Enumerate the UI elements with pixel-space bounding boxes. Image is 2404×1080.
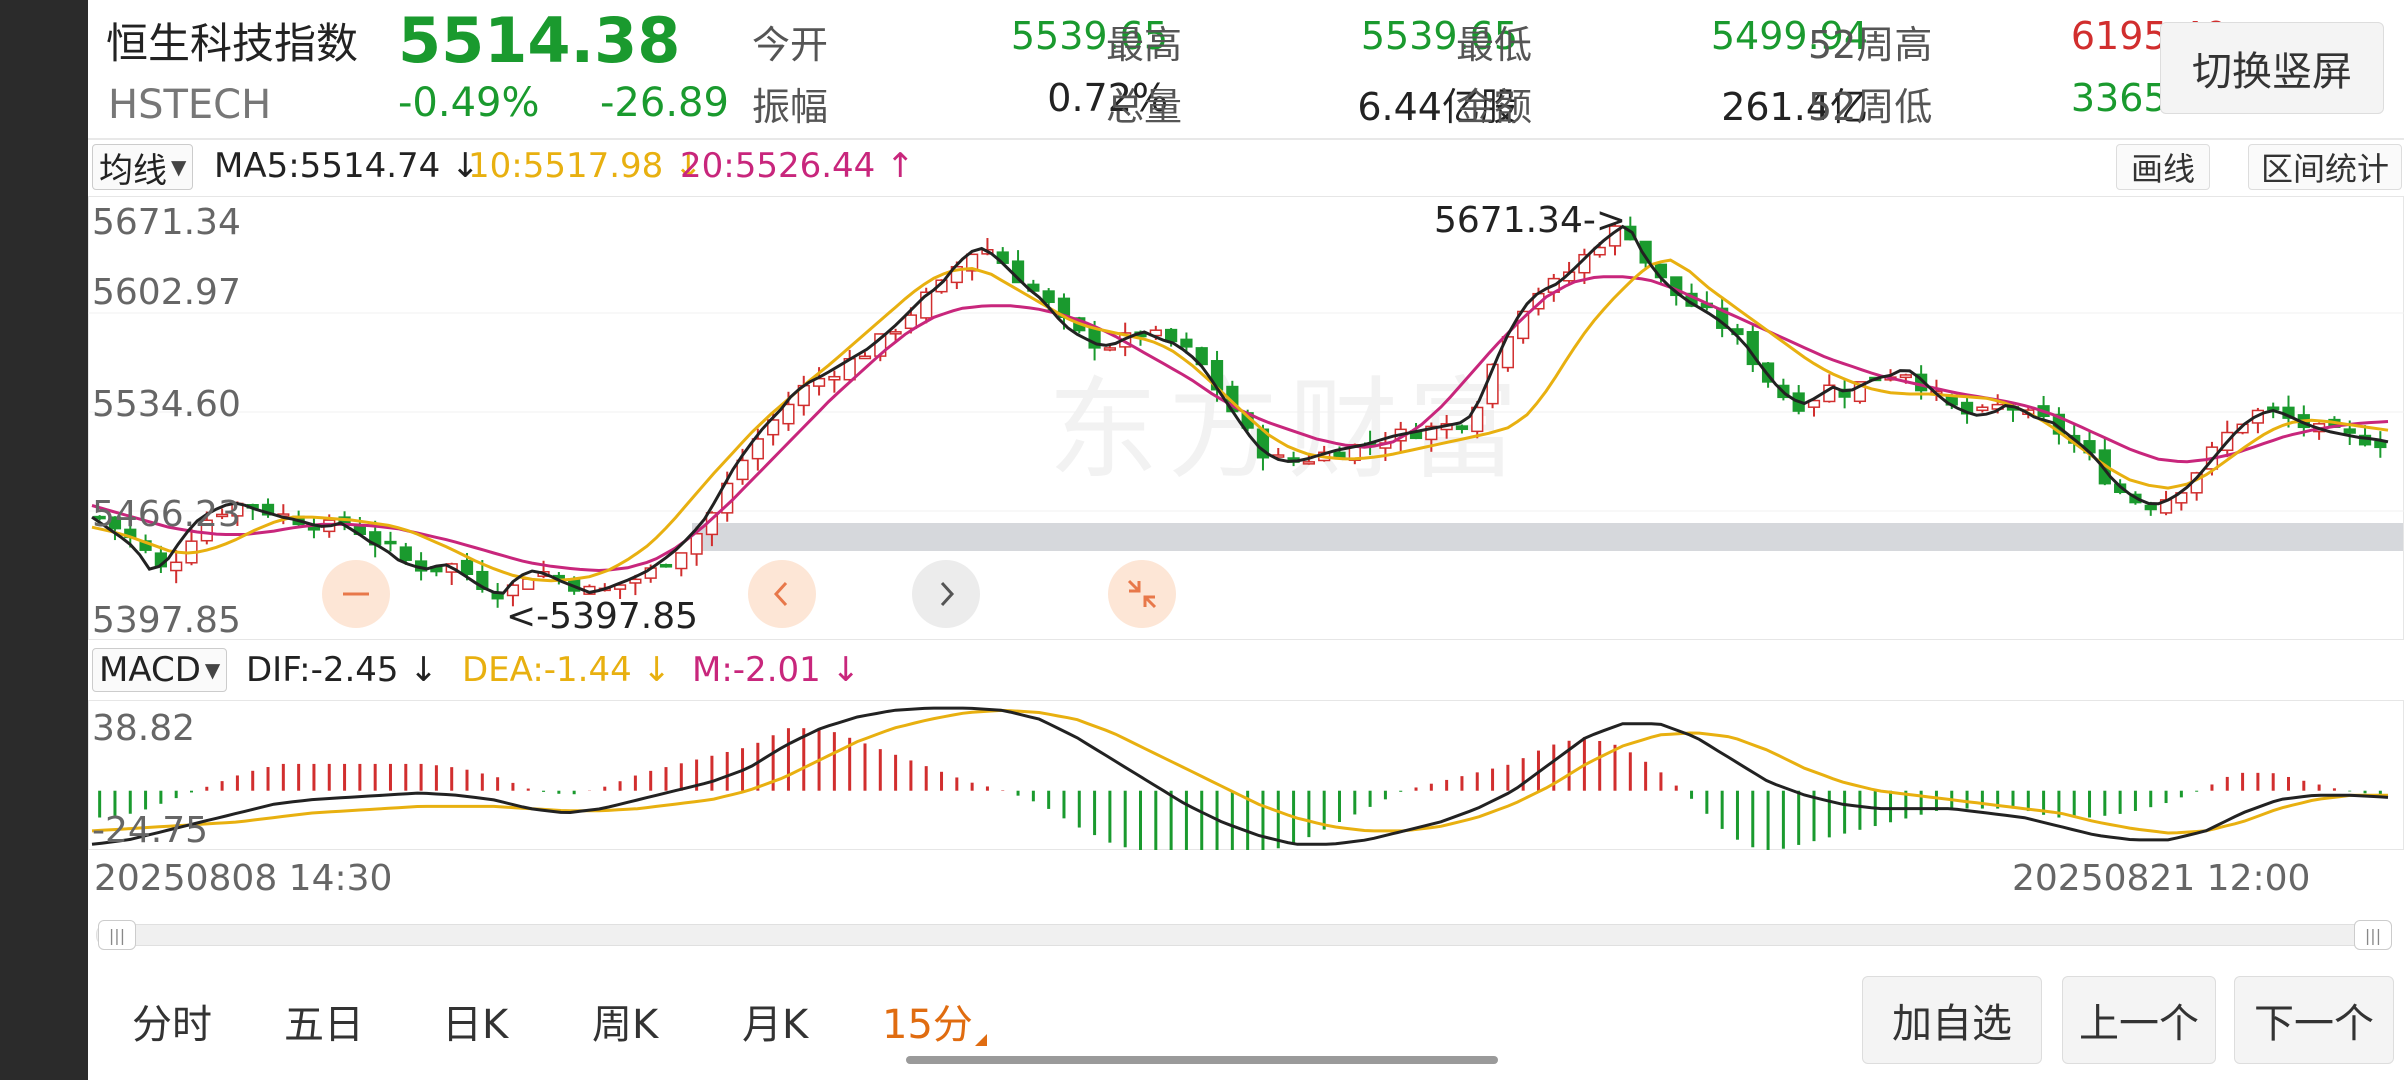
candle-body xyxy=(889,331,902,335)
left-edge-bar xyxy=(0,0,88,1080)
range-handle-right[interactable]: ||| xyxy=(2354,920,2392,950)
next-button[interactable]: 下一个 xyxy=(2234,976,2394,1064)
legend-ma5: MA5:5514.74 ↓ xyxy=(214,146,480,186)
indicator-select-ma[interactable]: 均线 ▼ xyxy=(92,144,194,191)
tab-15min[interactable]: 15分 xyxy=(882,992,987,1050)
tab-five-day[interactable]: 五日 xyxy=(284,992,364,1050)
change-percent: -0.49% xyxy=(398,80,540,126)
candle-body xyxy=(659,563,673,568)
stat-label-52w-low: 52周低 xyxy=(1808,85,1933,129)
previous-button[interactable]: 上一个 xyxy=(2062,976,2216,1064)
kline-y-tick: 5397.85 xyxy=(92,600,241,641)
kline-y-tick: 5534.60 xyxy=(92,384,241,425)
kline-chart[interactable] xyxy=(88,196,2404,640)
candle-body xyxy=(675,552,688,570)
chevron-left-icon xyxy=(773,581,788,607)
scroll-right-button[interactable] xyxy=(912,560,980,628)
kline-y-tick: 5602.97 xyxy=(92,272,241,313)
candle-body xyxy=(1180,338,1193,348)
indicator-select-macd-label: MACD xyxy=(99,650,201,690)
candle-body xyxy=(1976,406,1989,412)
candle-body xyxy=(904,314,918,330)
corner-triangle-icon xyxy=(974,1034,987,1046)
indicator-select-macd[interactable]: MACD ▼ xyxy=(92,648,228,692)
caret-down-icon: ▼ xyxy=(204,658,221,682)
quote-header: 恒生科技指数 HSTECH 5514.38 -0.49% -26.89 今开 5… xyxy=(88,0,2404,138)
max-marker-label: 5671.34-> xyxy=(1434,200,1627,241)
candle-body xyxy=(690,532,703,555)
legend-m: M:-2.01 ↓ xyxy=(692,650,861,690)
stat-label-volume: 总量 xyxy=(1106,85,1183,129)
legend-dif: DIF:-2.45 ↓ xyxy=(246,650,438,690)
header-divider xyxy=(88,138,2404,140)
caret-down-icon: ▼ xyxy=(171,155,187,179)
legend-ma20: 20:5526.44 ↑ xyxy=(680,146,915,186)
candle-body xyxy=(1165,328,1178,343)
candle-body xyxy=(170,561,183,572)
kline-y-tick: 5466.23 xyxy=(92,494,241,535)
stat-label-turnover: 金额 xyxy=(1456,85,1533,129)
stat-label-high: 最高 xyxy=(1106,23,1183,67)
macd-chart[interactable] xyxy=(88,700,2404,850)
chart-page: 恒生科技指数 HSTECH 5514.38 -0.49% -26.89 今开 5… xyxy=(88,0,2404,1080)
home-indicator[interactable] xyxy=(906,1056,1498,1064)
tab-daily[interactable]: 日K xyxy=(442,992,508,1050)
end-date: 20250821 12:00 xyxy=(2012,858,2311,899)
tab-intraday[interactable]: 分时 xyxy=(132,992,212,1050)
shrink-arrows-icon xyxy=(1127,579,1157,609)
index-code: HSTECH xyxy=(108,82,272,128)
last-price: 5514.38 xyxy=(398,4,681,77)
candle-body xyxy=(1302,461,1315,465)
zoom-out-button[interactable] xyxy=(322,560,390,628)
change-amount: -26.89 xyxy=(600,80,729,126)
index-name: 恒生科技指数 xyxy=(106,19,359,68)
candle-body xyxy=(1103,347,1117,351)
candle-body xyxy=(2144,504,2157,511)
switch-portrait-button[interactable]: 切换竖屏 xyxy=(2160,22,2384,114)
candle-body xyxy=(1899,374,1912,379)
indicator-select-ma-label: 均线 xyxy=(99,150,167,191)
collapse-button[interactable] xyxy=(1108,560,1176,628)
start-date: 20250808 14:30 xyxy=(94,858,393,899)
candle-body xyxy=(782,403,795,425)
candle-body xyxy=(1042,290,1055,304)
candle-body xyxy=(399,546,412,561)
range-handle-left[interactable]: ||| xyxy=(98,920,136,950)
stat-label-low: 最低 xyxy=(1456,23,1533,67)
legend-ma10: 10:5517.98 ↓ xyxy=(468,146,703,186)
legend-dea: DEA:-1.44 ↓ xyxy=(462,650,672,690)
candle-body xyxy=(828,375,841,381)
stat-label-amplitude: 振幅 xyxy=(752,85,829,129)
candle-body xyxy=(1455,425,1469,430)
macd-y-tick: -24.75 xyxy=(92,810,209,851)
tab-monthly[interactable]: 月K xyxy=(742,992,808,1050)
range-stats-button[interactable]: 区间统计 xyxy=(2248,144,2402,190)
scroll-left-button[interactable] xyxy=(748,560,816,628)
add-watchlist-button[interactable]: 加自选 xyxy=(1862,976,2042,1064)
range-scrollbar[interactable] xyxy=(96,924,2392,946)
macd-y-tick: 38.82 xyxy=(92,708,196,749)
candle-body xyxy=(1333,451,1346,458)
tab-15min-label: 15分 xyxy=(882,1002,973,1048)
kline-y-tick: 5671.34 xyxy=(92,202,241,243)
chevron-right-icon xyxy=(940,581,955,607)
draw-line-button[interactable]: 画线 xyxy=(2116,144,2210,190)
candle-body xyxy=(858,355,872,360)
min-marker-label: <-5397.85 xyxy=(506,596,699,637)
minus-icon xyxy=(343,592,369,596)
tab-weekly[interactable]: 周K xyxy=(592,992,658,1050)
candle-body xyxy=(384,540,397,545)
candle-body xyxy=(460,559,474,575)
stat-label-open: 今开 xyxy=(752,23,829,67)
stat-label-52w-high: 52周高 xyxy=(1808,23,1933,67)
candle-body xyxy=(2343,428,2356,434)
